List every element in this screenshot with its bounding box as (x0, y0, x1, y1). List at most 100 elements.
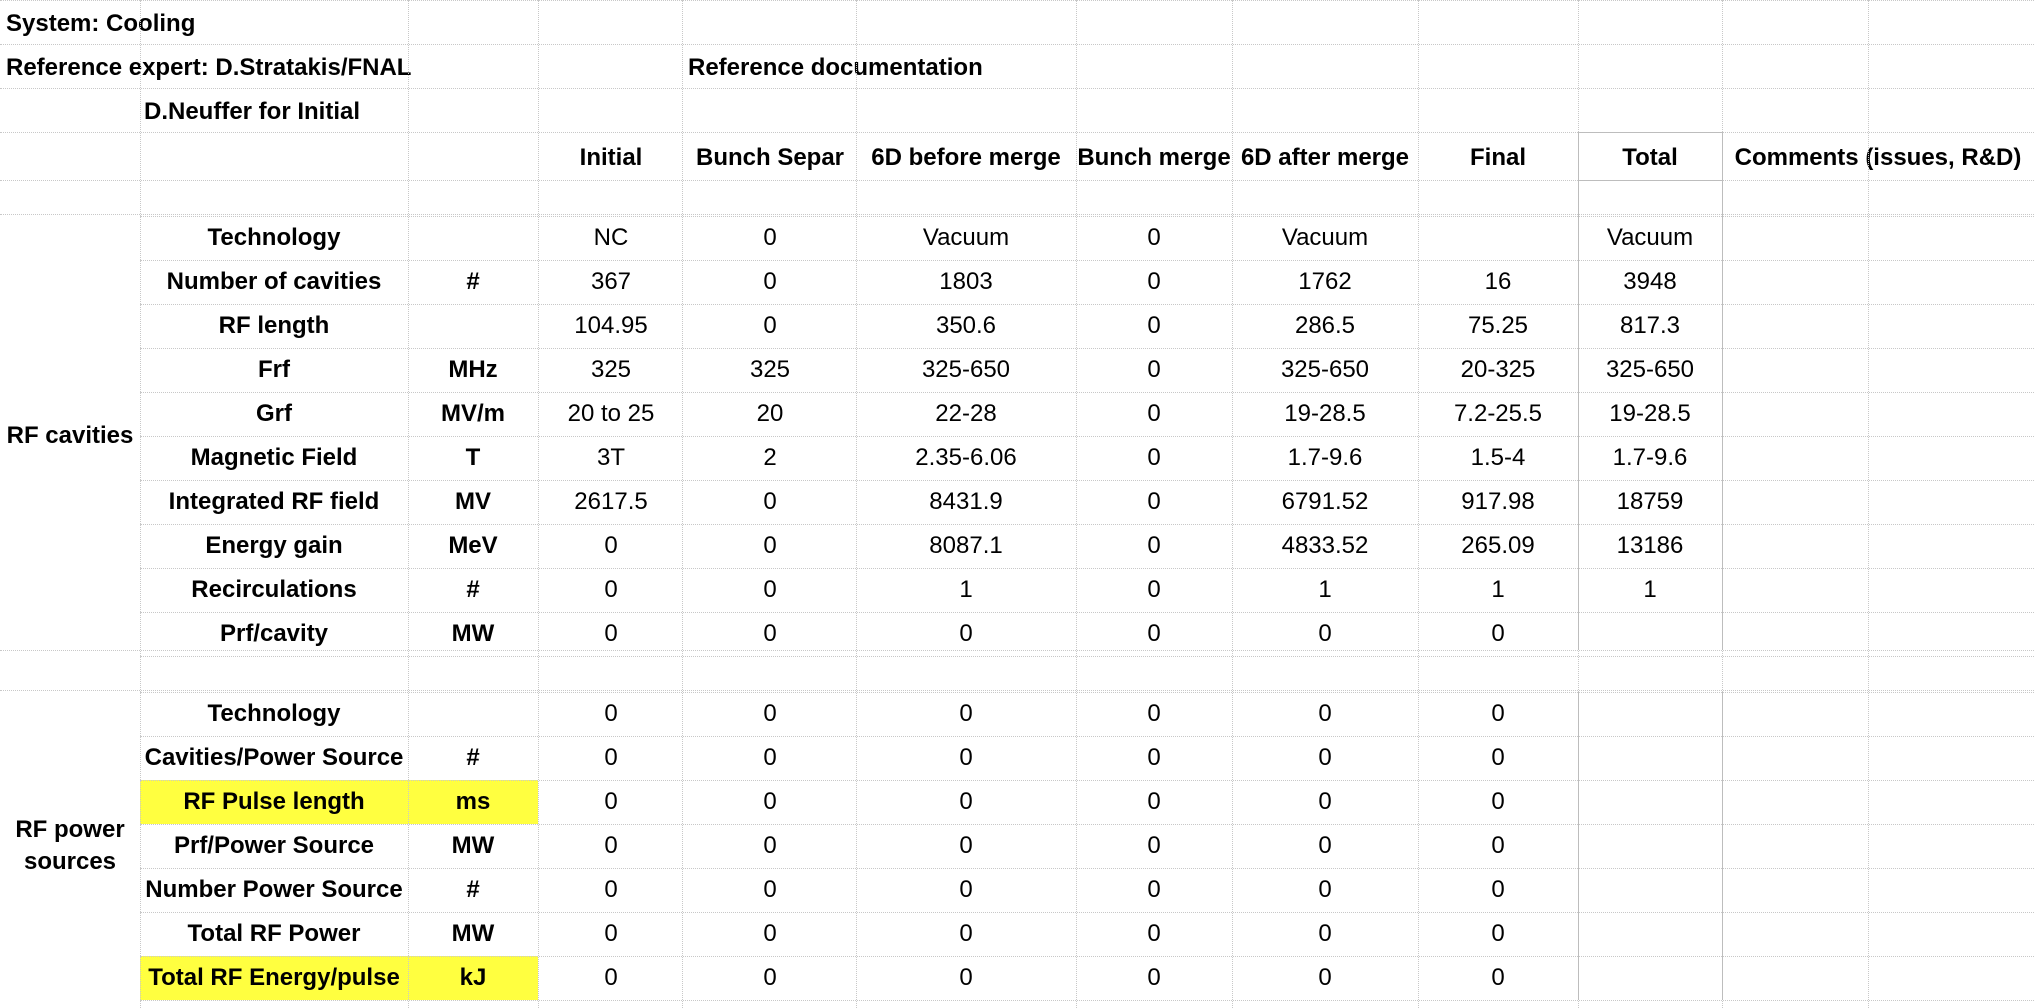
column-header[interactable]: 6D after merge (1232, 136, 1418, 180)
value-cell[interactable] (1578, 692, 1722, 736)
value-cell[interactable]: 0 (540, 824, 682, 868)
unit-cell[interactable]: MV (408, 480, 538, 524)
value-cell[interactable] (1578, 912, 1722, 956)
unit-cell[interactable] (408, 692, 538, 736)
unit-cell[interactable]: MV/m (408, 392, 538, 436)
value-cell[interactable]: 0 (1232, 692, 1418, 736)
value-cell[interactable]: 0 (856, 736, 1076, 780)
unit-cell[interactable]: # (408, 736, 538, 780)
value-cell[interactable]: 0 (684, 780, 856, 824)
column-header[interactable]: Comments (issues, R&D) (1722, 136, 2034, 180)
unit-cell[interactable]: kJ (408, 956, 538, 1000)
value-cell[interactable]: 0 (1076, 912, 1232, 956)
value-cell[interactable]: 0 (1418, 692, 1578, 736)
value-cell[interactable]: 18759 (1578, 480, 1722, 524)
param-label[interactable]: Cavities/Power Source (140, 736, 408, 780)
unit-cell[interactable]: ms (408, 780, 538, 824)
unit-cell[interactable]: MHz (408, 348, 538, 392)
value-cell[interactable]: 350.6 (856, 304, 1076, 348)
value-cell[interactable]: 0 (684, 692, 856, 736)
value-cell[interactable]: 0 (1076, 348, 1232, 392)
value-cell[interactable]: NC (540, 216, 682, 260)
value-cell[interactable]: 1.7-9.6 (1578, 436, 1722, 480)
value-cell[interactable]: 0 (540, 780, 682, 824)
value-cell[interactable]: 1 (856, 568, 1076, 612)
comment-cell[interactable] (1722, 912, 1868, 956)
value-cell[interactable]: 325 (540, 348, 682, 392)
comment-cell[interactable] (1868, 824, 2034, 868)
param-label[interactable]: Prf/Power Source (140, 824, 408, 868)
value-cell[interactable]: 0 (1076, 260, 1232, 304)
value-cell[interactable]: 0 (1418, 912, 1578, 956)
value-cell[interactable]: 0 (1418, 956, 1578, 1000)
value-cell[interactable]: 0 (856, 912, 1076, 956)
value-cell[interactable]: 0 (1076, 868, 1232, 912)
comment-cell[interactable] (1868, 304, 2034, 348)
value-cell[interactable]: 1 (1578, 568, 1722, 612)
value-cell[interactable]: 0 (684, 216, 856, 260)
value-cell[interactable]: 104.95 (540, 304, 682, 348)
comment-cell[interactable] (1868, 692, 2034, 736)
param-label[interactable]: Grf (140, 392, 408, 436)
value-cell[interactable]: 367 (540, 260, 682, 304)
value-cell[interactable]: 16 (1418, 260, 1578, 304)
value-cell[interactable]: Vacuum (856, 216, 1076, 260)
value-cell[interactable]: 0 (540, 868, 682, 912)
comment-cell[interactable] (1722, 216, 1868, 260)
reference-expert-label[interactable]: Reference expert: D.Stratakis/FNAL (0, 48, 540, 88)
value-cell[interactable]: 2.35-6.06 (856, 436, 1076, 480)
comment-cell[interactable] (1868, 260, 2034, 304)
value-cell[interactable]: 0 (1076, 692, 1232, 736)
comment-cell[interactable] (1722, 824, 1868, 868)
unit-cell[interactable] (408, 304, 538, 348)
value-cell[interactable]: 0 (1418, 824, 1578, 868)
comment-cell[interactable] (1722, 736, 1868, 780)
comment-cell[interactable] (1868, 868, 2034, 912)
value-cell[interactable]: 20-325 (1418, 348, 1578, 392)
param-label[interactable]: Number Power Source (140, 868, 408, 912)
value-cell[interactable]: 0 (1076, 780, 1232, 824)
system-label[interactable]: System: Cooling (0, 4, 410, 44)
value-cell[interactable]: Vacuum (1232, 216, 1418, 260)
value-cell[interactable]: 0 (1232, 868, 1418, 912)
unit-cell[interactable]: MW (408, 912, 538, 956)
value-cell[interactable]: 0 (1232, 780, 1418, 824)
unit-cell[interactable]: MeV (408, 524, 538, 568)
value-cell[interactable]: 19-28.5 (1232, 392, 1418, 436)
value-cell[interactable]: 75.25 (1418, 304, 1578, 348)
unit-cell[interactable]: # (408, 260, 538, 304)
comment-cell[interactable] (1868, 216, 2034, 260)
param-label[interactable]: Technology (140, 692, 408, 736)
value-cell[interactable]: 1.5-4 (1418, 436, 1578, 480)
value-cell[interactable]: 0 (1076, 436, 1232, 480)
comment-cell[interactable] (1868, 912, 2034, 956)
param-label[interactable]: Total RF Energy/pulse (140, 956, 408, 1000)
value-cell[interactable]: 1762 (1232, 260, 1418, 304)
param-label[interactable]: Integrated RF field (140, 480, 408, 524)
value-cell[interactable]: 0 (1418, 868, 1578, 912)
value-cell[interactable]: 1 (1232, 568, 1418, 612)
value-cell[interactable]: 325-650 (1578, 348, 1722, 392)
value-cell[interactable]: 0 (1418, 780, 1578, 824)
column-header[interactable]: Bunch Separ (684, 136, 856, 180)
value-cell[interactable]: 917.98 (1418, 480, 1578, 524)
value-cell[interactable]: 0 (540, 956, 682, 1000)
value-cell[interactable]: 0 (856, 780, 1076, 824)
value-cell[interactable]: 817.3 (1578, 304, 1722, 348)
param-label[interactable]: Number of cavities (140, 260, 408, 304)
reference-expert-secondary[interactable]: D.Neuffer for Initial (138, 92, 408, 132)
value-cell[interactable]: 0 (684, 736, 856, 780)
value-cell[interactable]: 265.09 (1418, 524, 1578, 568)
comment-cell[interactable] (1722, 436, 1868, 480)
column-header[interactable]: Final (1418, 136, 1578, 180)
comment-cell[interactable] (1722, 480, 1868, 524)
comment-cell[interactable] (1722, 568, 1868, 612)
value-cell[interactable]: 8087.1 (856, 524, 1076, 568)
value-cell[interactable] (1578, 868, 1722, 912)
param-label[interactable]: Magnetic Field (140, 436, 408, 480)
value-cell[interactable]: 20 to 25 (540, 392, 682, 436)
param-label[interactable]: RF length (140, 304, 408, 348)
value-cell[interactable]: 0 (1232, 956, 1418, 1000)
value-cell[interactable]: 0 (1076, 956, 1232, 1000)
value-cell[interactable]: 2 (684, 436, 856, 480)
